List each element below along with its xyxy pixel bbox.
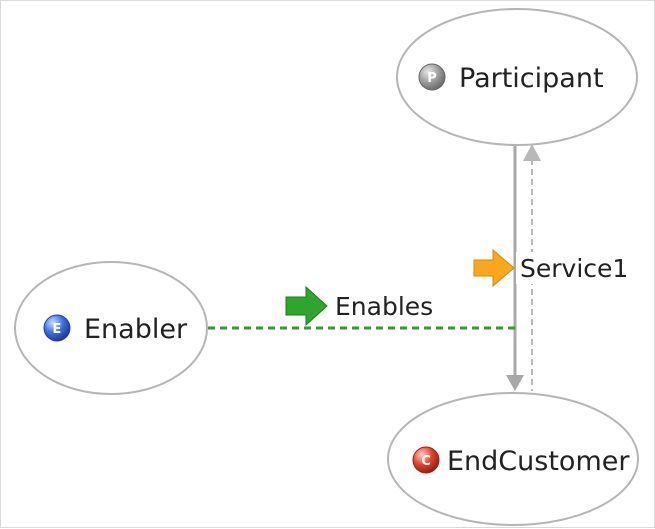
participant-badge-letter: P — [427, 71, 437, 86]
enables-edge-label[interactable]: Enables — [285, 285, 433, 327]
service1-label: Service1 — [520, 254, 628, 283]
service1-down-arrowhead-icon — [506, 375, 524, 391]
green-arrow-icon — [285, 285, 328, 327]
enabler-node[interactable]: E Enabler — [14, 261, 208, 395]
orange-arrow-icon — [473, 248, 515, 288]
participant-badge-icon: P — [418, 63, 446, 91]
enabler-badge-icon: E — [43, 314, 71, 342]
diagram-canvas: P Participant E Enabler C EndCustomer En… — [0, 0, 655, 528]
end-customer-badge-icon: C — [412, 446, 440, 474]
service1-edge-label[interactable]: Service1 — [473, 248, 634, 288]
enabler-badge-letter: E — [53, 322, 62, 337]
participant-label: Participant — [459, 63, 604, 94]
end-customer-badge-letter: C — [421, 454, 431, 469]
end-customer-label: EndCustomer — [447, 446, 630, 477]
participant-node[interactable]: P Participant — [396, 8, 638, 146]
enables-label: Enables — [335, 292, 433, 321]
end-customer-node[interactable]: C EndCustomer — [387, 392, 639, 526]
relationship-diagram: P Participant E Enabler C EndCustomer En… — [14, 8, 639, 526]
enabler-label: Enabler — [84, 314, 188, 345]
service1-up-arrowhead-icon — [523, 144, 541, 161]
